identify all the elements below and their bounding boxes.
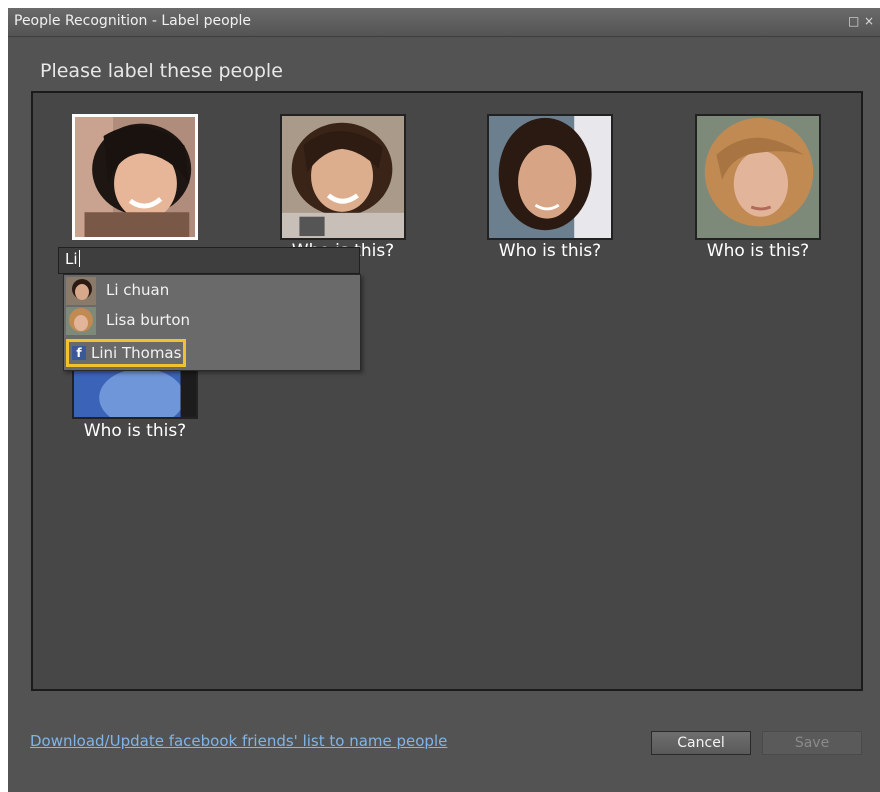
name-input[interactable]: Li <box>58 247 360 274</box>
suggestion-item-lisa-burton[interactable]: Lisa burton <box>64 306 360 336</box>
person-thumbnail-icon <box>66 277 96 305</box>
face-thumbnail-4[interactable] <box>695 114 821 240</box>
name-input-value: Li <box>65 250 78 268</box>
suggestion-item-lini-thomas[interactable]: f Lini Thomas <box>66 339 186 367</box>
people-recognition-window: People Recognition - Label people □ × Pl… <box>8 8 880 792</box>
suggestion-item-li-chuan[interactable]: Li chuan <box>64 276 360 306</box>
person-thumbnail-icon <box>66 307 96 335</box>
save-button[interactable]: Save <box>762 731 862 755</box>
face-thumbnail-3[interactable] <box>487 114 613 240</box>
name-suggestions-dropdown: Li chuan Lisa burton f Lini Thomas <box>63 274 361 371</box>
facebook-icon: f <box>72 346 86 360</box>
facebook-friends-link[interactable]: Download/Update facebook friends' list t… <box>30 732 447 750</box>
face-caption-5: Who is this? <box>83 421 187 441</box>
face-caption-4: Who is this? <box>706 241 810 261</box>
face-photo-4 <box>697 116 819 238</box>
face-photo-1 <box>75 117 195 237</box>
suggestion-label: Lisa burton <box>106 311 191 329</box>
window-title: People Recognition - Label people <box>14 13 252 29</box>
maximize-icon[interactable]: □ <box>848 14 859 28</box>
face-thumbnail-1[interactable] <box>72 114 198 240</box>
face-caption-3: Who is this? <box>498 241 602 261</box>
face-photo-3 <box>489 116 611 238</box>
faces-panel: Who is this? Who is this? Who is this? <box>31 91 863 691</box>
suggestion-label: Li chuan <box>106 281 170 299</box>
face-photo-2 <box>282 116 404 238</box>
face-thumbnail-2[interactable] <box>280 114 406 240</box>
cancel-button[interactable]: Cancel <box>651 731 751 755</box>
close-icon[interactable]: × <box>864 14 874 28</box>
title-bar[interactable]: People Recognition - Label people □ × <box>8 8 880 37</box>
suggestion-label: Lini Thomas <box>91 344 182 362</box>
text-caret <box>78 250 80 267</box>
dialog-heading: Please label these people <box>40 60 283 82</box>
